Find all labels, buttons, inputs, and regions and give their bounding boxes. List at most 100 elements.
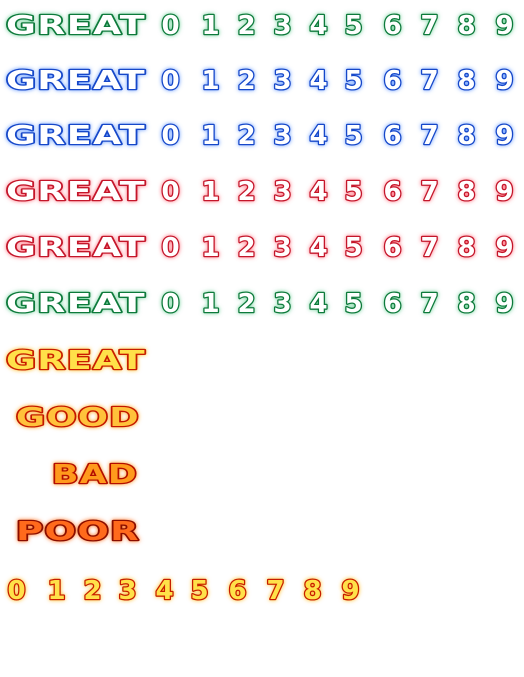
digit-glyph: 2 [237, 121, 256, 151]
digit-glyph: 5 [344, 66, 363, 96]
rating-word: GREAT [6, 177, 146, 207]
digit-glyph: 7 [420, 289, 439, 319]
digit-glyph: 5 [344, 177, 363, 207]
digit-glyph: 0 [161, 233, 180, 263]
rating-row-svg: GREAT 0 1 2 3 4 5 6 7 8 9 [5, 120, 515, 153]
digit-glyph: 4 [309, 289, 328, 319]
digit-glyph: 2 [237, 66, 256, 96]
digit-glyph: 7 [420, 121, 439, 151]
digit-glyph: 3 [273, 177, 292, 207]
digit-glyph: 9 [495, 233, 514, 263]
judgement-word-svg: GREAT [5, 345, 147, 378]
digit-glyph: 8 [457, 289, 476, 319]
judgement-word-svg: GOOD [15, 402, 141, 435]
rating-row-svg: GREAT 0 1 2 3 4 5 6 7 8 9 [5, 10, 515, 43]
digit-glyph: 1 [201, 66, 220, 96]
rating-row: GREAT 0 1 2 3 4 5 6 7 8 9 [0, 6, 524, 50]
digit-glyph: 5 [344, 11, 363, 41]
digit-glyph: 7 [420, 11, 439, 41]
combo-digit-row-svg: 0123456789 [6, 575, 361, 608]
digit-glyph: 6 [383, 121, 402, 151]
combo-digit-glyph: 2 [83, 576, 102, 606]
digit-glyph: 2 [237, 177, 256, 207]
digit-glyph: 3 [273, 289, 292, 319]
digit-glyph: 7 [420, 66, 439, 96]
combo-digit-glyph: 5 [190, 576, 209, 606]
digit-glyph: 3 [273, 66, 292, 96]
rating-word: GREAT [6, 121, 146, 151]
judgement-word: GREAT [0, 341, 524, 385]
combo-digit-row: 0123456789 [0, 569, 524, 613]
combo-digit-glyph: 7 [266, 576, 285, 606]
judgement-word: BAD [0, 455, 524, 499]
rating-row: GREAT 0 1 2 3 4 5 6 7 8 9 [0, 61, 524, 105]
digit-glyph: 1 [201, 11, 220, 41]
rating-row: GREAT 0 1 2 3 4 5 6 7 8 9 [0, 172, 524, 216]
digit-glyph: 1 [201, 121, 220, 151]
combo-digit-glyph: 4 [155, 576, 174, 606]
combo-digit-glyph: 0 [7, 576, 26, 606]
digit-glyph: 5 [344, 121, 363, 151]
rating-word: GREAT [6, 289, 146, 319]
digit-glyph: 9 [495, 289, 514, 319]
digit-glyph: 9 [495, 177, 514, 207]
judgement-label: BAD [52, 460, 138, 490]
digit-glyph: 1 [201, 177, 220, 207]
rating-row: GREAT 0 1 2 3 4 5 6 7 8 9 [0, 116, 524, 160]
digit-glyph: 9 [495, 66, 514, 96]
judgement-word: POOR [0, 512, 524, 556]
digit-glyph: 2 [237, 11, 256, 41]
digit-glyph: 0 [161, 121, 180, 151]
judgement-word-svg: POOR [15, 516, 141, 549]
digit-glyph: 5 [344, 233, 363, 263]
rating-row-svg: GREAT 0 1 2 3 4 5 6 7 8 9 [5, 288, 515, 321]
digit-glyph: 4 [309, 233, 328, 263]
rating-row-svg: GREAT 0 1 2 3 4 5 6 7 8 9 [5, 232, 515, 265]
combo-digit-glyph: 8 [303, 576, 322, 606]
digit-glyph: 9 [495, 121, 514, 151]
digit-glyph: 1 [201, 289, 220, 319]
digit-glyph: 8 [457, 11, 476, 41]
rating-row-svg: GREAT 0 1 2 3 4 5 6 7 8 9 [5, 65, 515, 98]
digit-glyph: 8 [457, 121, 476, 151]
rating-word: GREAT [6, 11, 146, 41]
rating-word: GREAT [6, 66, 146, 96]
digit-glyph: 3 [273, 121, 292, 151]
digit-glyph: 0 [161, 289, 180, 319]
digit-glyph: 5 [344, 289, 363, 319]
judgement-word-svg: BAD [51, 459, 139, 492]
digit-glyph: 9 [495, 11, 514, 41]
digit-glyph: 6 [383, 177, 402, 207]
rating-row: GREAT 0 1 2 3 4 5 6 7 8 9 [0, 228, 524, 272]
digit-glyph: 0 [161, 177, 180, 207]
rating-word: GREAT [6, 233, 146, 263]
digit-glyph: 6 [383, 66, 402, 96]
digit-glyph: 8 [457, 177, 476, 207]
combo-digit-glyph: 6 [228, 576, 247, 606]
digit-glyph: 4 [309, 11, 328, 41]
rating-row-svg: GREAT 0 1 2 3 4 5 6 7 8 9 [5, 176, 515, 209]
digit-glyph: 6 [383, 289, 402, 319]
digit-glyph: 0 [161, 66, 180, 96]
digit-glyph: 8 [457, 233, 476, 263]
digit-glyph: 3 [273, 233, 292, 263]
digit-glyph: 0 [161, 11, 180, 41]
digit-glyph: 2 [237, 289, 256, 319]
judgement-label: POOR [16, 517, 140, 547]
combo-digit-glyph: 3 [118, 576, 137, 606]
digit-glyph: 4 [309, 177, 328, 207]
digit-glyph: 7 [420, 233, 439, 263]
digit-glyph: 1 [201, 233, 220, 263]
judgement-word: GOOD [0, 398, 524, 442]
digit-glyph: 6 [383, 11, 402, 41]
combo-digit-glyph: 9 [341, 576, 360, 606]
digit-glyph: 2 [237, 233, 256, 263]
digit-glyph: 8 [457, 66, 476, 96]
digit-glyph: 4 [309, 66, 328, 96]
judgement-label: GREAT [6, 346, 146, 376]
digit-glyph: 4 [309, 121, 328, 151]
digit-glyph: 6 [383, 233, 402, 263]
digit-glyph: 3 [273, 11, 292, 41]
rating-row: GREAT 0 1 2 3 4 5 6 7 8 9 [0, 284, 524, 328]
judgement-label: GOOD [16, 403, 140, 433]
